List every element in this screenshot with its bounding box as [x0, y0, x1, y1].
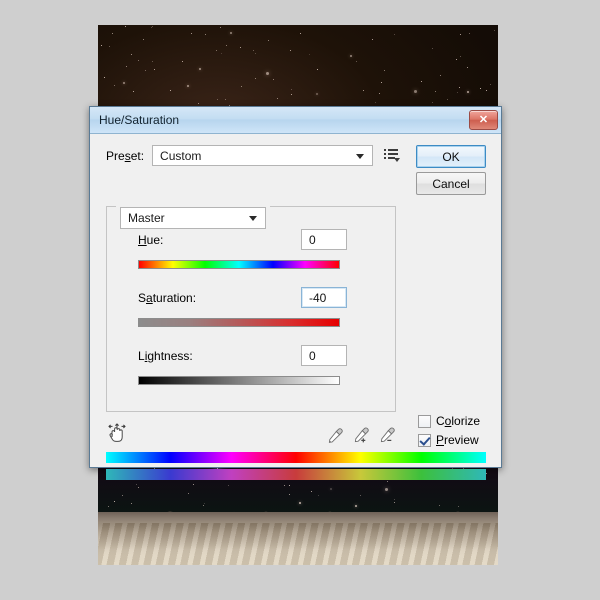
colorize-checkbox[interactable]: Colorize — [418, 414, 480, 428]
hue-slider-thumb[interactable] — [233, 270, 245, 279]
spectrum-bar-source — [106, 452, 486, 463]
channel-value: Master — [128, 211, 165, 225]
preview-label: Preview — [436, 433, 479, 447]
preset-dropdown[interactable]: Custom — [152, 145, 374, 166]
on-image-adjustment-hand-icon[interactable] — [106, 423, 128, 445]
lightness-input[interactable]: 0 — [301, 345, 347, 366]
dialog-title: Hue/Saturation — [99, 113, 180, 127]
hue-slider-track[interactable] — [138, 260, 340, 269]
preset-row: Preset: Custom — [106, 145, 374, 166]
preview-checkbox-box[interactable] — [418, 433, 431, 447]
lightness-label: Lightness: — [138, 349, 193, 363]
close-glyph: ✕ — [478, 113, 489, 126]
lightness-slider-thumb[interactable] — [233, 386, 245, 395]
spectrum-bar-result[interactable] — [106, 469, 486, 480]
chevron-down-icon — [249, 216, 257, 221]
saturation-slider-track[interactable] — [138, 318, 340, 327]
chevron-down-icon — [356, 153, 365, 159]
hue-saturation-dialog: Hue/Saturation ✕ Preset: Custom OK Cance… — [89, 106, 502, 480]
screen: Hue/Saturation ✕ Preset: Custom OK Cance… — [0, 0, 600, 600]
cancel-button[interactable]: Cancel — [416, 172, 486, 195]
dialog-titlebar[interactable]: Hue/Saturation ✕ — [90, 107, 501, 134]
ok-button[interactable]: OK — [416, 145, 486, 168]
eyedropper-plus-icon[interactable] — [352, 427, 370, 445]
saturation-slider-thumb[interactable] — [193, 328, 205, 337]
preset-value: Custom — [160, 148, 202, 163]
eyedropper-minus-icon[interactable] — [378, 427, 396, 445]
ground-texture — [98, 523, 498, 565]
colorize-checkbox-box[interactable] — [418, 414, 431, 428]
ok-label: OK — [442, 149, 460, 164]
preview-checkbox[interactable]: Preview — [418, 433, 479, 447]
colorize-label: Colorize — [436, 414, 481, 428]
preset-options-icon[interactable] — [384, 147, 400, 163]
hue-input[interactable]: 0 — [301, 229, 347, 250]
channel-dropdown[interactable]: Master — [120, 207, 266, 229]
eyedropper-icon[interactable] — [326, 427, 344, 445]
close-icon[interactable]: ✕ — [469, 110, 498, 130]
hue-label: Hue: — [138, 233, 164, 247]
saturation-input[interactable]: -40 — [301, 287, 347, 308]
lightness-slider-track[interactable] — [138, 376, 340, 385]
cancel-label: Cancel — [432, 176, 470, 191]
preset-label: Preset: — [106, 148, 145, 163]
saturation-label: Saturation: — [138, 291, 197, 305]
